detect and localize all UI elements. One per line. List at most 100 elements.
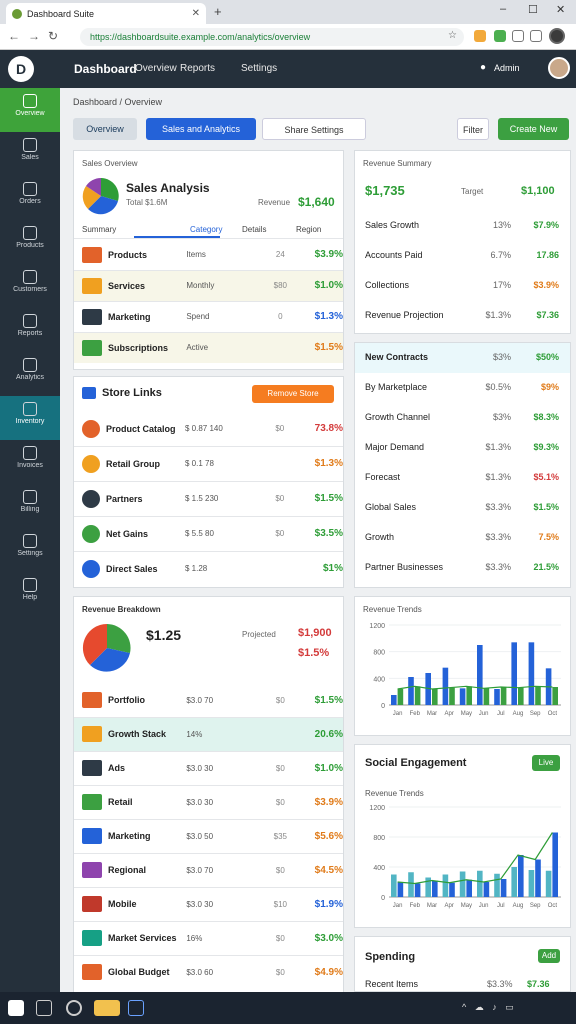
table-row[interactable]: Growth Stack 14% 20.6%	[74, 717, 343, 751]
search-icon[interactable]	[36, 1000, 52, 1016]
list-item[interactable]: Forecast $1.3% $5.1%	[355, 463, 570, 493]
list-item[interactable]: Growth $3.3% 7.5%	[355, 523, 570, 553]
x-tick-label: May	[461, 903, 472, 909]
tab-category[interactable]: Category	[134, 219, 222, 238]
topnav-item[interactable]: Reports	[180, 63, 215, 74]
file-explorer-icon[interactable]	[94, 1000, 120, 1016]
task-view-icon[interactable]	[66, 1000, 82, 1016]
target-label: Target	[461, 187, 484, 196]
sidebar-item[interactable]: Orders	[0, 176, 60, 220]
sidebar-item[interactable]: Invoices	[0, 440, 60, 484]
list-item[interactable]: Partner Businesses $3.3% 21.5%	[355, 553, 570, 583]
table-row[interactable]: Subscriptions Active $1.5%	[74, 332, 343, 363]
user-avatar[interactable]	[548, 57, 570, 79]
add-badge[interactable]: Add	[538, 949, 560, 963]
remove-store-button[interactable]: Remove Store	[252, 385, 334, 403]
table-row[interactable]: Retail $3.0 30 $0 $3.9%	[74, 785, 343, 819]
extension-icon[interactable]	[494, 30, 506, 42]
user-name[interactable]: Admin	[494, 63, 520, 73]
puzzle-icon[interactable]	[512, 30, 524, 42]
sidebar-item[interactable]: Customers	[0, 264, 60, 308]
tab-details[interactable]: Details	[220, 219, 280, 238]
share-settings-button[interactable]: Share Settings	[262, 118, 366, 140]
billing-icon	[23, 490, 37, 504]
sidebar-item[interactable]: Reports	[0, 308, 60, 352]
new-tab-icon[interactable]: +	[214, 4, 222, 19]
list-item[interactable]: Accounts Paid 6.7% 17.86	[355, 241, 570, 271]
sidebar-item[interactable]: Help	[0, 572, 60, 616]
close-tab-icon[interactable]: ✕	[192, 8, 200, 19]
x-tick-label: Feb	[410, 903, 421, 909]
item-label: New Contracts	[365, 352, 429, 362]
list-item[interactable]: Sales Growth 13% $7.9%	[355, 211, 570, 241]
box-icon	[23, 226, 37, 240]
social-engagement-card: Social Engagement Live Revenue Trends 12…	[354, 744, 571, 928]
browser-tab[interactable]: Dashboard Suite ✕	[6, 3, 206, 24]
x-tick-label: Mar	[427, 903, 437, 909]
item-value: $7.9%	[533, 220, 559, 230]
list-item[interactable]: Revenue Projection $1.3% $7.36	[355, 301, 570, 331]
sidebar-item[interactable]: Billing	[0, 484, 60, 528]
menu-icon[interactable]	[530, 30, 542, 42]
browser-icon[interactable]	[128, 1000, 144, 1016]
back-icon[interactable]: ←	[8, 29, 20, 43]
row-divider	[74, 853, 343, 854]
topnav-item[interactable]: Settings	[241, 63, 277, 74]
table-row[interactable]: Global Budget $3.0 60 $0 $4.9%	[74, 955, 343, 989]
table-row[interactable]: Net Gains $ 5.5 80 $0 $3.5%	[74, 516, 343, 551]
url-input[interactable]: https://dashboardsuite.example.com/analy…	[80, 28, 464, 46]
table-row[interactable]: Direct Sales $ 1.28 $1%	[74, 551, 343, 586]
topnav-item[interactable]: Overview	[135, 63, 177, 74]
list-item[interactable]: New Contracts $3% $50%	[355, 343, 570, 373]
tab-summary[interactable]: Summary	[74, 219, 134, 238]
app-logo[interactable]: D	[8, 56, 34, 82]
table-row[interactable]: Portfolio $3.0 70 $0 $1.5%	[74, 683, 343, 717]
table-row[interactable]: Retail Group $ 0.1 78 $1.3%	[74, 446, 343, 481]
filter-button[interactable]: Filter	[457, 118, 489, 140]
list-item[interactable]: By Marketplace $0.5% $9%	[355, 373, 570, 403]
table-row[interactable]: Marketing Spend 0 $1.3%	[74, 301, 343, 332]
list-item[interactable]: Growth Channel $3% $8.3%	[355, 403, 570, 433]
row-count: $0	[275, 695, 285, 705]
table-row[interactable]: Services Monthly $80 $1.0%	[74, 270, 343, 301]
row-value: $5.6%	[314, 830, 343, 842]
profile-avatar[interactable]	[549, 28, 565, 44]
row-name: Retail	[108, 797, 133, 807]
extension-icon[interactable]	[474, 30, 486, 42]
x-tick-label: Jun	[479, 711, 489, 717]
analytics-button[interactable]: Sales and Analytics	[146, 118, 256, 140]
table-row[interactable]: Market Services 16% $0 $3.0%	[74, 921, 343, 955]
sidebar-item[interactable]: Inventory	[0, 396, 60, 440]
list-item[interactable]: Major Demand $1.3% $9.3%	[355, 433, 570, 463]
maximize-icon[interactable]: ☐	[528, 3, 538, 16]
table-row[interactable]: Product Catalog $ 0.87 140 $0 73.8%	[74, 411, 343, 446]
create-new-button[interactable]: Create New	[498, 118, 569, 140]
minimize-icon[interactable]: –	[500, 3, 506, 15]
list-item[interactable]: Global Sales $3.3% $1.5%	[355, 493, 570, 523]
star-icon[interactable]: ☆	[448, 30, 457, 41]
close-window-icon[interactable]: ✕	[556, 3, 565, 16]
table-row[interactable]: Marketing $3.0 50 $35 $5.6%	[74, 819, 343, 853]
bell-icon[interactable]: ●	[480, 62, 486, 73]
table-row[interactable]: Products Items 24 $3.9%	[74, 239, 343, 270]
card-title: Spending	[365, 951, 416, 963]
table-row[interactable]: Ads $3.0 30 $0 $1.0%	[74, 751, 343, 785]
sidebar-item[interactable]: Settings	[0, 528, 60, 572]
sidebar-item[interactable]: Overview	[0, 88, 60, 132]
list-item[interactable]: Collections 17% $3.9%	[355, 271, 570, 301]
forward-icon[interactable]: →	[28, 29, 40, 43]
start-icon[interactable]	[8, 1000, 24, 1016]
table-row[interactable]: Mobile $3.0 30 $10 $1.9%	[74, 887, 343, 921]
sidebar-item[interactable]: Products	[0, 220, 60, 264]
overview-button[interactable]: Overview	[73, 118, 137, 140]
sidebar-item[interactable]: Analytics	[0, 352, 60, 396]
legend-label: Projected	[242, 630, 276, 639]
table-row[interactable]: Regional $3.0 70 $0 $4.5%	[74, 853, 343, 887]
table-row[interactable]: Partners $ 1.5 230 $0 $1.5%	[74, 481, 343, 516]
system-tray[interactable]: ^ ☁ ♪ ▭	[462, 1002, 517, 1013]
tab-region[interactable]: Region	[280, 219, 340, 238]
sidebar-item[interactable]: Sales	[0, 132, 60, 176]
x-tick-label: Jun	[479, 903, 489, 909]
live-badge[interactable]: Live	[532, 755, 560, 771]
reload-icon[interactable]: ↻	[48, 29, 58, 43]
